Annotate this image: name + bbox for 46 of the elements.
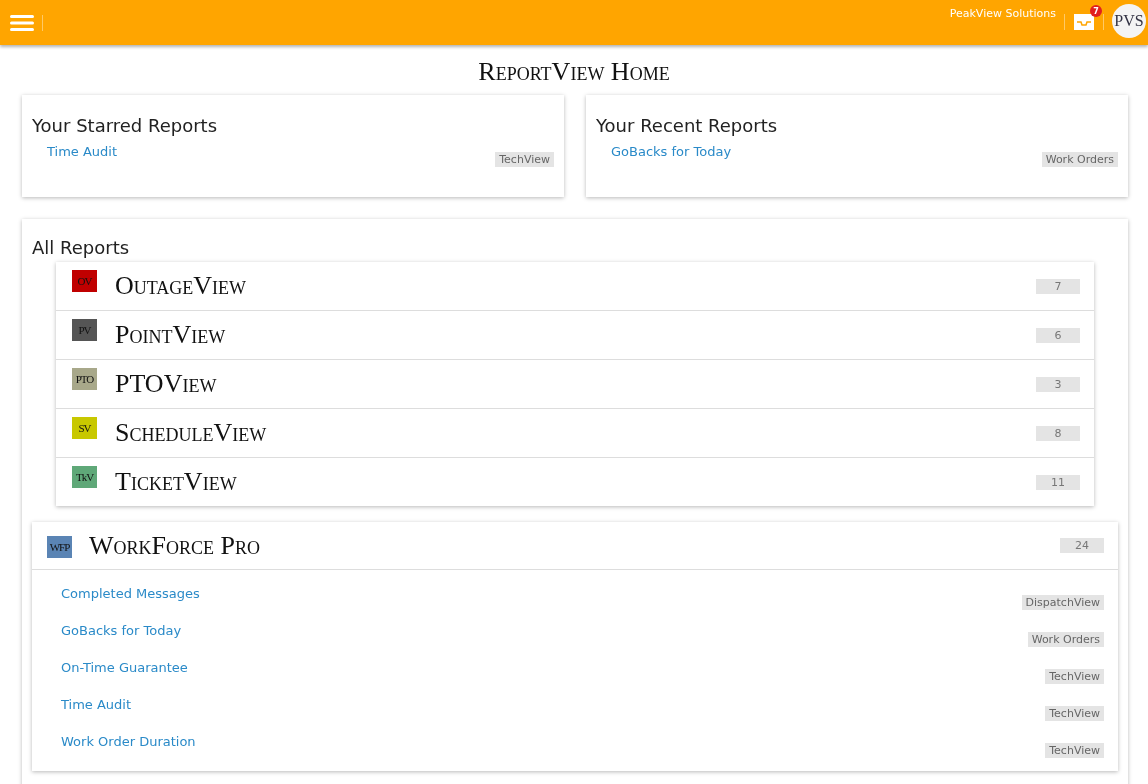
product-name: PointView: [115, 320, 227, 350]
report-count: 3: [1036, 376, 1080, 392]
category-tag: TechView: [495, 152, 554, 167]
category-tag: Work Orders: [1027, 632, 1104, 647]
company-name: PeakView Solutions: [949, 7, 1056, 20]
product-logo: OV: [72, 270, 97, 292]
report-link[interactable]: Work Order Duration: [61, 734, 196, 749]
product-name: TicketView: [115, 467, 238, 497]
category-tag: TechView: [1045, 669, 1104, 684]
card-title: Your Recent Reports: [596, 115, 779, 136]
report-link[interactable]: Completed Messages: [61, 586, 200, 601]
card-title: All Reports: [32, 237, 131, 258]
report-count: 8: [1036, 425, 1080, 441]
category-tag: Work Orders: [1041, 152, 1118, 167]
page-title: ReportView Home: [477, 57, 671, 87]
product-row[interactable]: TkV TicketView 11: [56, 458, 1094, 506]
category-tag: DispatchView: [1021, 595, 1104, 610]
product-name: WorkForce Pro: [89, 530, 261, 561]
report-link[interactable]: Time Audit: [47, 144, 118, 159]
product-row[interactable]: PTO PTOView 3: [56, 360, 1094, 409]
category-tag: TechView: [1045, 706, 1104, 721]
report-count: 24: [1060, 538, 1104, 553]
report-count: 6: [1036, 327, 1080, 343]
report-count: 11: [1036, 474, 1080, 490]
product-logo: TkV: [72, 466, 97, 488]
product-row[interactable]: WFP WorkForce Pro 24: [32, 522, 1118, 570]
notification-badge: 7: [1090, 5, 1102, 17]
report-link[interactable]: Time Audit: [61, 697, 132, 712]
report-count: 7: [1036, 278, 1080, 294]
product-logo: SV: [72, 417, 97, 439]
product-logo: PV: [72, 319, 97, 341]
avatar[interactable]: PVS: [1112, 4, 1146, 38]
product-row[interactable]: SV ScheduleView 8: [56, 409, 1094, 458]
product-row[interactable]: PV PointView 6: [56, 311, 1094, 360]
card-title: Your Starred Reports: [32, 115, 219, 136]
report-link[interactable]: GoBacks for Today: [611, 144, 732, 159]
product-logo: PTO: [72, 368, 97, 390]
product-name: PTOView: [115, 369, 218, 399]
product-name: ScheduleView: [115, 418, 268, 448]
product-name: OutageView: [115, 271, 248, 301]
report-link[interactable]: On-Time Guarantee: [61, 660, 188, 675]
product-logo: WFP: [47, 535, 72, 558]
category-tag: TechView: [1045, 743, 1104, 758]
report-link[interactable]: GoBacks for Today: [61, 623, 182, 638]
product-row[interactable]: OV OutageView 7: [56, 262, 1094, 311]
inbox-icon[interactable]: [1073, 11, 1095, 31]
